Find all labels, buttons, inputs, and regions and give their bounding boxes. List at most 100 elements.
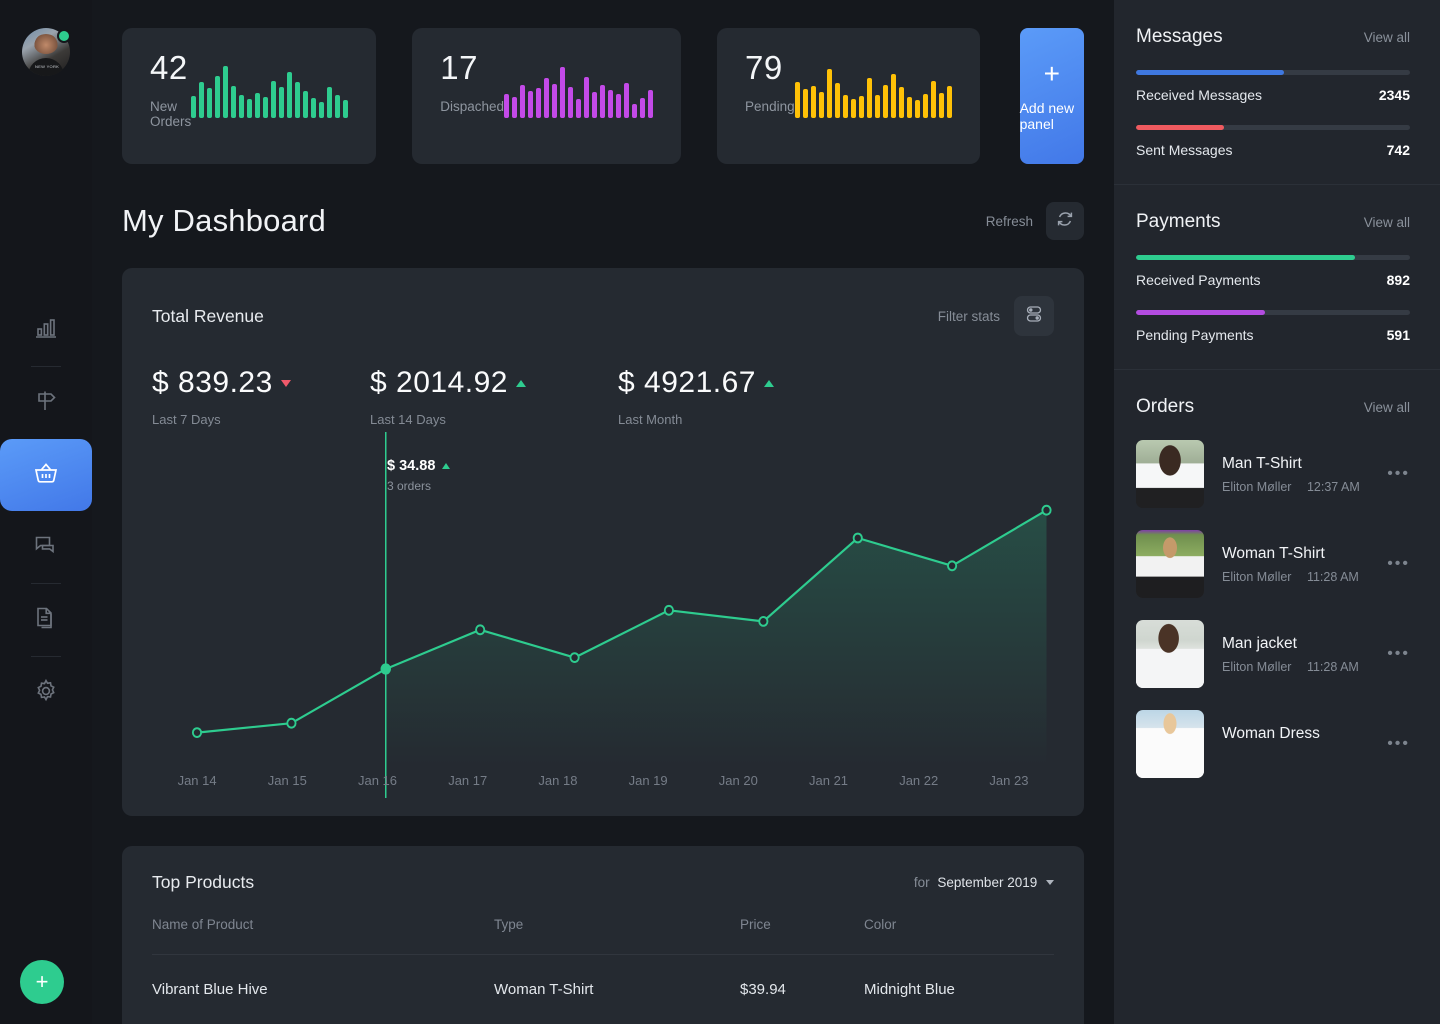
stat-text-group: 17 Dispached <box>440 49 505 115</box>
list-item[interactable]: Man T-Shirt Eliton Møller 12:37 AM ••• <box>1136 440 1410 508</box>
add-new-panel-button[interactable]: + Add new panel <box>1019 28 1084 164</box>
sidebar-item-campaigns[interactable] <box>0 367 92 439</box>
order-details: Woman Dress <box>1204 725 1381 764</box>
sparkline-bar <box>311 98 317 118</box>
payments-view-all-link[interactable]: View all <box>1364 215 1410 230</box>
stat-card-dispached[interactable]: 17 Dispached <box>412 28 682 164</box>
sidebar-item-messages[interactable] <box>0 511 92 583</box>
messages-title: Messages <box>1136 26 1223 47</box>
metric-received-payments: Received Payments 892 <box>1136 255 1410 288</box>
payments-title: Payments <box>1136 211 1221 232</box>
orders-section: Orders View all Man T-Shirt Eliton Mølle… <box>1114 370 1440 804</box>
sparkline-bar <box>946 85 952 118</box>
order-time: 11:28 AM <box>1306 569 1359 584</box>
gear-icon <box>33 678 59 709</box>
chart-area-fill <box>385 510 1047 766</box>
sparkline-bar <box>616 94 622 118</box>
chart-point[interactable] <box>569 652 580 664</box>
progress-fill <box>1136 70 1284 75</box>
metric-pending-payments: Pending Payments 591 <box>1136 310 1410 343</box>
kpi-value-wrap: $ 2014.92 <box>370 366 618 400</box>
chart-point[interactable] <box>663 604 674 616</box>
orders-view-all-link[interactable]: View all <box>1364 400 1410 415</box>
chart-point[interactable] <box>947 560 958 572</box>
list-item[interactable]: Woman Dress ••• <box>1136 710 1410 778</box>
chart-point[interactable] <box>1041 504 1052 516</box>
refresh-button[interactable] <box>1046 202 1084 240</box>
stat-value: 17 <box>440 49 478 86</box>
chart-point[interactable] <box>191 727 203 739</box>
chart-point[interactable] <box>475 624 486 636</box>
filter-stats-label[interactable]: Filter stats <box>938 309 1000 324</box>
chart-point[interactable] <box>286 717 297 729</box>
sliders-icon <box>1024 304 1044 329</box>
for-label: for <box>913 875 930 890</box>
order-details: Woman T-Shirt Eliton Møller 11:28 AM <box>1204 545 1381 584</box>
products-header: Top Products for September 2019 <box>152 872 1054 893</box>
stat-text-group: 79 Pending <box>745 49 795 114</box>
sparkline-bar <box>215 76 221 118</box>
order-time: 12:37 AM <box>1306 479 1360 494</box>
revenue-card-header: Total Revenue Filter stats <box>152 296 1054 336</box>
metric-value: 2345 <box>1378 87 1410 103</box>
stat-label: Dispached <box>440 99 505 115</box>
filter-stats-button[interactable] <box>1014 296 1054 336</box>
sparkline-bar <box>199 81 205 118</box>
refresh-label[interactable]: Refresh <box>986 214 1033 229</box>
order-product-name: Woman T-Shirt <box>1222 544 1325 562</box>
chart-point[interactable] <box>380 663 392 675</box>
sparkline-bar <box>866 78 872 118</box>
order-menu-button[interactable]: ••• <box>1381 735 1410 753</box>
messages-view-all-link[interactable]: View all <box>1364 30 1410 45</box>
sparkline-bar <box>560 67 566 118</box>
products-title: Top Products <box>152 872 255 892</box>
sidebar-item-orders[interactable] <box>0 439 92 511</box>
metric-value: 591 <box>1386 327 1410 343</box>
trend-up-icon <box>763 379 774 387</box>
metric-value: 742 <box>1386 142 1410 158</box>
sidebar-item-settings[interactable] <box>0 657 92 729</box>
online-status-dot <box>57 29 71 43</box>
avatar[interactable]: NEW YORK <box>22 28 71 76</box>
sidebar-item-analytics[interactable] <box>0 294 92 366</box>
table-row[interactable]: Vibrant Blue Hive Woman T-Shirt $39.94 M… <box>152 955 1054 998</box>
order-menu-button[interactable]: ••• <box>1381 555 1410 573</box>
sparkline-bar <box>818 92 824 118</box>
list-item[interactable]: Man jacket Eliton Møller 11:28 AM ••• <box>1136 620 1410 688</box>
stat-card-pending[interactable]: 79 Pending <box>717 28 980 164</box>
chart-tooltip: $ 34.88 3 orders <box>387 458 451 493</box>
stat-label: New Orders <box>150 99 192 130</box>
kpi-value: $ 2014.92 <box>370 366 508 399</box>
revenue-line-chart[interactable]: $ 34.88 3 orders <box>152 432 1054 798</box>
progress-fill <box>1136 255 1356 260</box>
kpi-subtitle: Last 14 Days <box>370 412 446 427</box>
chat-icon <box>33 532 59 563</box>
sparkline-new-orders <box>191 60 349 118</box>
sparkline-bar <box>826 69 832 118</box>
products-period-selector[interactable]: for September 2019 <box>914 875 1054 890</box>
sidebar-item-documents[interactable] <box>0 584 92 656</box>
order-thumbnail <box>1136 530 1204 598</box>
stat-card-new-orders[interactable]: 42 New Orders <box>122 28 377 164</box>
orders-title: Orders <box>1136 396 1195 417</box>
list-item[interactable]: Woman T-Shirt Eliton Møller 11:28 AM ••• <box>1136 530 1410 598</box>
order-menu-button[interactable]: ••• <box>1381 465 1410 483</box>
sparkline-bar <box>512 97 518 118</box>
chart-point[interactable] <box>852 532 863 544</box>
column-header-color: Color <box>864 917 1054 955</box>
sparkline-bar <box>608 89 614 118</box>
metric-sent-messages: Sent Messages 742 <box>1136 125 1410 158</box>
sparkline-bar <box>794 81 800 118</box>
sparkline-bar <box>938 93 944 118</box>
sparkline-bar <box>592 92 598 118</box>
kpi-subtitle: Last 7 Days <box>152 412 221 427</box>
sparkline-bar <box>271 80 277 118</box>
dashboard-app: NEW YORK + 42 New Orders 17 Dispached 79… <box>0 0 1440 1024</box>
metric-row: Pending Payments 591 <box>1136 327 1410 343</box>
add-button-fab[interactable]: + <box>20 960 64 1004</box>
order-menu-button[interactable]: ••• <box>1381 645 1410 663</box>
progress-fill <box>1136 310 1265 315</box>
right-sidebar: Messages View all Received Messages 2345… <box>1114 0 1440 1024</box>
sparkline-bar <box>648 89 654 118</box>
chart-point[interactable] <box>758 616 769 627</box>
